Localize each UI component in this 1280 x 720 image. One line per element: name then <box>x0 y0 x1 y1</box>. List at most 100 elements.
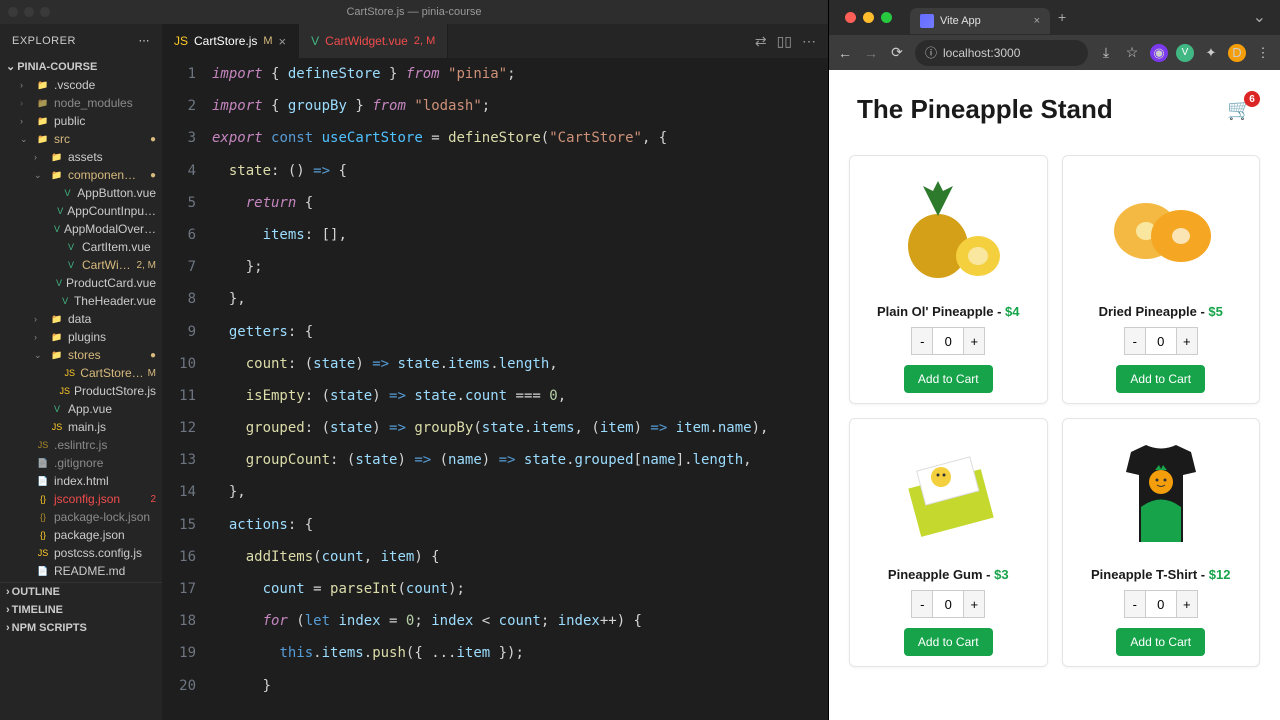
line-gutter: 1234567891011121314151617181920 <box>162 58 212 720</box>
cart-button[interactable]: 🛒6 <box>1227 97 1252 122</box>
tree-item[interactable]: JS.eslintrc.js <box>0 436 162 454</box>
outline-header[interactable]: ›OUTLINE <box>0 582 162 601</box>
tree-item[interactable]: 📄index.html <box>0 472 162 490</box>
npm-header[interactable]: ›NPM SCRIPTS <box>0 619 162 637</box>
install-icon[interactable]: ⤓ <box>1098 44 1114 61</box>
editor-tabs: JS CartStore.js M × V CartWidget.vue 2, … <box>162 24 828 58</box>
tree-item[interactable]: ›📁data <box>0 310 162 328</box>
extensions-icon[interactable]: ✦ <box>1202 44 1220 62</box>
tree-item[interactable]: VAppModalOver… <box>0 220 162 238</box>
tree-item[interactable]: VCartItem.vue <box>0 238 162 256</box>
url-bar[interactable]: ⓘ localhost:3000 <box>915 40 1088 66</box>
qty-minus-button[interactable]: - <box>1124 327 1146 355</box>
tree-item[interactable]: ⌄📁src● <box>0 130 162 148</box>
close-icon[interactable]: × <box>1034 15 1040 27</box>
tree-item[interactable]: VAppCountInpu… <box>0 202 162 220</box>
tree-item[interactable]: ⌄📁componen…● <box>0 166 162 184</box>
tab-cartstore[interactable]: JS CartStore.js M × <box>162 24 299 58</box>
favicon-icon <box>920 14 934 28</box>
file-tree: ›📁.vscode›📁node_modules›📁public⌄📁src●›📁a… <box>0 76 162 580</box>
browser-window: Vite App × + ⌄ ← → ⟳ ⓘ localhost:3000 ⤓ … <box>828 0 1280 720</box>
qty-input[interactable] <box>933 327 963 355</box>
forward-icon[interactable]: → <box>863 45 879 61</box>
traffic-lights <box>8 7 50 17</box>
quantity-stepper: - + <box>860 327 1037 355</box>
browser-tabs: Vite App × + ⌄ <box>829 0 1280 34</box>
tree-item[interactable]: ›📁plugins <box>0 328 162 346</box>
more-icon[interactable]: ⋯ <box>802 33 816 50</box>
tab-actions: ⇄ ▯▯ ⋯ <box>755 24 828 58</box>
vue-icon: V <box>311 34 319 48</box>
product-name: Pineapple Gum - $3 <box>860 567 1037 582</box>
project-header[interactable]: ⌄PINIA-COURSE <box>0 57 162 76</box>
tree-item[interactable]: JSCartStore…M <box>0 364 162 382</box>
qty-plus-button[interactable]: + <box>963 590 985 618</box>
page-content: The Pineapple Stand 🛒6 Plain Ol' Pineapp… <box>829 70 1280 720</box>
qty-minus-button[interactable]: - <box>911 327 933 355</box>
product-card: Pineapple Gum - $3 - + Add to Cart <box>849 418 1048 667</box>
timeline-header[interactable]: ›TIMELINE <box>0 601 162 619</box>
tree-item[interactable]: ›📁.vscode <box>0 76 162 94</box>
info-icon[interactable]: ⓘ <box>925 44 937 61</box>
ext-icon[interactable]: ◉ <box>1150 44 1168 62</box>
product-image <box>860 166 1037 296</box>
qty-minus-button[interactable]: - <box>911 590 933 618</box>
diff-icon[interactable]: ⇄ <box>755 33 767 50</box>
tree-item[interactable]: ⌄📁stores● <box>0 346 162 364</box>
qty-plus-button[interactable]: + <box>1176 327 1198 355</box>
tab-cartwidget[interactable]: V CartWidget.vue 2, M <box>299 24 448 58</box>
tree-item[interactable]: JSpostcss.config.js <box>0 544 162 562</box>
tree-item[interactable]: VProductCard.vue <box>0 274 162 292</box>
tree-item[interactable]: ›📁assets <box>0 148 162 166</box>
qty-input[interactable] <box>933 590 963 618</box>
qty-plus-button[interactable]: + <box>1176 590 1198 618</box>
tree-item[interactable]: {}package.json <box>0 526 162 544</box>
chevron-down-icon[interactable]: ⌄ <box>1253 7 1272 27</box>
tree-item[interactable]: VTheHeader.vue <box>0 292 162 310</box>
product-card: Dried Pineapple - $5 - + Add to Cart <box>1062 155 1261 404</box>
browser-tab[interactable]: Vite App × <box>910 8 1050 34</box>
product-card: Plain Ol' Pineapple - $4 - + Add to Cart <box>849 155 1048 404</box>
profile-icon[interactable]: D <box>1228 44 1246 62</box>
quantity-stepper: - + <box>1073 327 1250 355</box>
vue-devtools-icon[interactable]: V <box>1176 44 1194 62</box>
explorer-header: EXPLORER ⋯ <box>0 24 162 57</box>
tree-item[interactable]: JSProductStore.js <box>0 382 162 400</box>
browser-traffic <box>837 12 900 23</box>
add-to-cart-button[interactable]: Add to Cart <box>1116 365 1205 393</box>
tree-item[interactable]: {}jsconfig.json2 <box>0 490 162 508</box>
add-to-cart-button[interactable]: Add to Cart <box>904 365 993 393</box>
menu-icon[interactable]: ⋮ <box>1254 44 1272 62</box>
close-icon[interactable]: × <box>279 34 287 49</box>
vscode-window: CartStore.js — pinia-course EXPLORER ⋯ ⌄… <box>0 0 828 720</box>
add-to-cart-button[interactable]: Add to Cart <box>1116 628 1205 656</box>
new-tab-button[interactable]: + <box>1050 9 1074 25</box>
tree-item[interactable]: 📄.gitignore <box>0 454 162 472</box>
tree-item[interactable]: ›📁public <box>0 112 162 130</box>
split-icon[interactable]: ▯▯ <box>777 33 792 50</box>
code-editor[interactable]: 1234567891011121314151617181920 import {… <box>162 58 828 720</box>
add-to-cart-button[interactable]: Add to Cart <box>904 628 993 656</box>
product-image <box>860 429 1037 559</box>
product-name: Dried Pineapple - $5 <box>1073 304 1250 319</box>
cart-badge: 6 <box>1244 91 1260 107</box>
tree-item[interactable]: 📄README.md <box>0 562 162 580</box>
tree-item[interactable]: VApp.vue <box>0 400 162 418</box>
tree-item[interactable]: VAppButton.vue <box>0 184 162 202</box>
reload-icon[interactable]: ⟳ <box>889 44 905 61</box>
browser-nav: ← → ⟳ ⓘ localhost:3000 ⤓ ☆ ◉ V ✦ D ⋮ <box>829 34 1280 70</box>
qty-minus-button[interactable]: - <box>1124 590 1146 618</box>
window-title: CartStore.js — pinia-course <box>346 6 481 18</box>
star-icon[interactable]: ☆ <box>1124 44 1140 61</box>
tree-item[interactable]: JSmain.js <box>0 418 162 436</box>
qty-input[interactable] <box>1146 590 1176 618</box>
js-icon: JS <box>174 34 188 48</box>
qty-plus-button[interactable]: + <box>963 327 985 355</box>
tree-item[interactable]: ›📁node_modules <box>0 94 162 112</box>
tree-item[interactable]: {}package-lock.json <box>0 508 162 526</box>
qty-input[interactable] <box>1146 327 1176 355</box>
more-icon[interactable]: ⋯ <box>139 34 151 47</box>
back-icon[interactable]: ← <box>837 45 853 61</box>
tree-item[interactable]: VCartWi…2, M <box>0 256 162 274</box>
quantity-stepper: - + <box>860 590 1037 618</box>
